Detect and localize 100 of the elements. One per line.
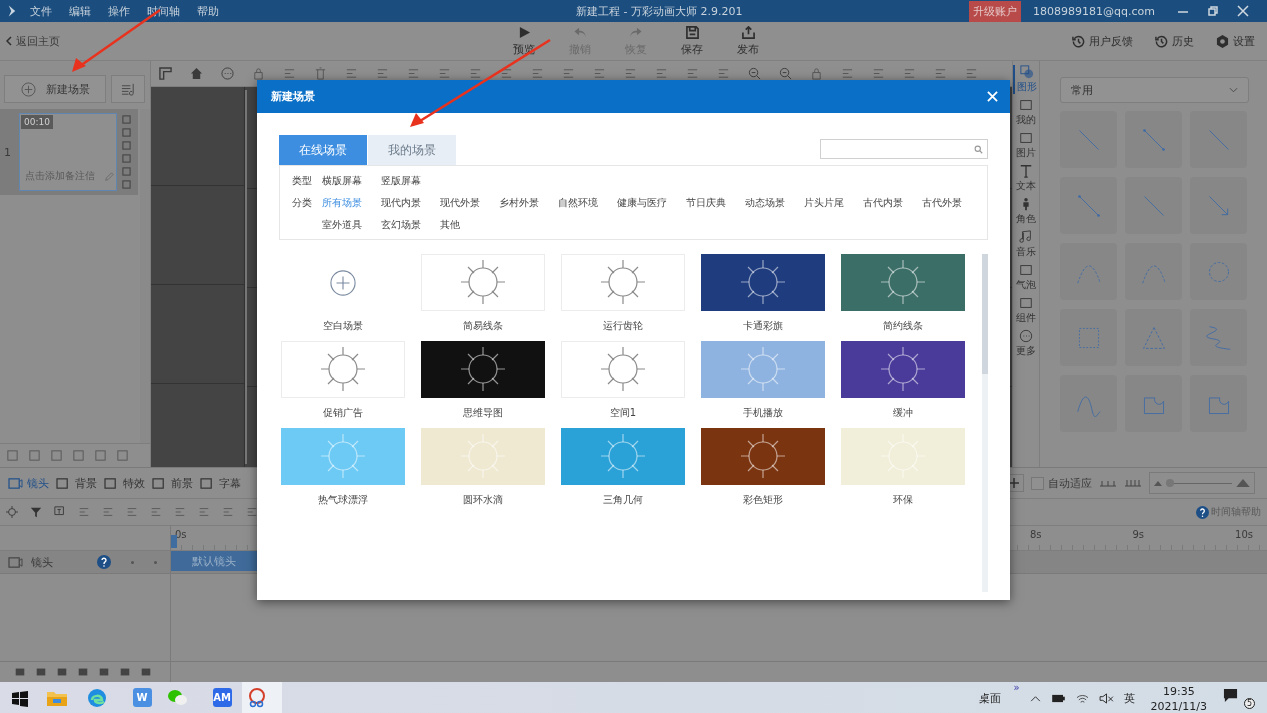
- wifi-icon[interactable]: [1075, 693, 1089, 704]
- scene-card[interactable]: 热气球漂浮: [281, 428, 405, 507]
- scene-card[interactable]: 空间1: [561, 341, 685, 420]
- timeline-tab[interactable]: 字幕: [200, 475, 241, 491]
- restore-icon[interactable]: [1207, 5, 1219, 17]
- pencil-icon[interactable]: [104, 172, 114, 182]
- zoomin-icon[interactable]: [748, 67, 761, 80]
- help-icon[interactable]: [97, 555, 111, 569]
- shape-tile[interactable]: [1190, 177, 1247, 234]
- filter-option[interactable]: 现代内景: [381, 194, 421, 211]
- scene-card[interactable]: 环保: [841, 428, 965, 507]
- toolbar-button[interactable]: 保存: [669, 25, 715, 57]
- timeline-tab[interactable]: 前景: [152, 475, 193, 491]
- app-badge[interactable]: W: [122, 682, 162, 713]
- filter-option[interactable]: 片头片尾: [804, 194, 844, 211]
- scene-tool-icon[interactable]: [72, 449, 85, 462]
- spacing-icon[interactable]: [1099, 478, 1117, 488]
- side-tab[interactable]: 文本: [1013, 164, 1039, 193]
- new-scene-button[interactable]: 新建场景: [4, 75, 106, 103]
- menu-item[interactable]: 操作: [108, 3, 130, 19]
- chevron-up-icon[interactable]: [1029, 695, 1041, 702]
- clock-date[interactable]: 2021/11/3: [1150, 698, 1207, 713]
- shape-tile[interactable]: [1125, 177, 1182, 234]
- auto-fit-checkbox[interactable]: 自动适应: [1031, 475, 1092, 491]
- scene-tool-icon[interactable]: [94, 449, 107, 462]
- home-icon[interactable]: [190, 67, 203, 80]
- back-link[interactable]: 返回主页: [6, 33, 386, 49]
- scene-card[interactable]: 促销广告: [281, 341, 405, 420]
- timeline-tab[interactable]: 背景: [56, 475, 97, 491]
- filter-option[interactable]: 竖版屏幕: [381, 172, 421, 189]
- filter-option[interactable]: 横版屏幕: [322, 172, 362, 189]
- scene-card[interactable]: 彩色矩形: [701, 428, 825, 507]
- scene-card[interactable]: 三角几何: [561, 428, 685, 507]
- playhead-marker[interactable]: [171, 535, 177, 548]
- filter-option[interactable]: 现代外景: [440, 194, 480, 211]
- scene-card[interactable]: 运行齿轮: [561, 254, 685, 333]
- filter-option[interactable]: 自然环境: [558, 194, 598, 211]
- filter-option[interactable]: 所有场景: [322, 194, 362, 211]
- shape-tile[interactable]: [1060, 111, 1117, 168]
- side-tab[interactable]: 图片: [1013, 131, 1039, 160]
- app-badge[interactable]: AM: [202, 682, 242, 713]
- target-icon[interactable]: [6, 506, 18, 518]
- side-tab[interactable]: 音乐: [1013, 230, 1039, 259]
- shape-tile[interactable]: [1190, 309, 1247, 366]
- close-icon[interactable]: [1237, 5, 1249, 17]
- scrollbar[interactable]: [140, 109, 150, 443]
- filter-icon[interactable]: [30, 506, 42, 518]
- scene-card[interactable]: 缓冲: [841, 341, 965, 420]
- shape-tile[interactable]: [1060, 177, 1117, 234]
- scene-card[interactable]: 简约线条: [841, 254, 965, 333]
- side-tab[interactable]: 更多: [1013, 329, 1039, 358]
- zoom-slider[interactable]: [1149, 472, 1255, 494]
- toolbar-link[interactable]: 用户反馈: [1072, 33, 1133, 49]
- desktop-label[interactable]: 桌面: [979, 691, 1002, 706]
- toolbar-link[interactable]: 设置: [1216, 33, 1255, 49]
- frame-icon[interactable]: [159, 67, 172, 80]
- toolbar-button[interactable]: 预览: [501, 25, 547, 57]
- input-method-indicator[interactable]: 英: [1123, 691, 1135, 706]
- filter-option[interactable]: 玄幻场景: [381, 216, 421, 233]
- scene-tool-icon[interactable]: [116, 449, 129, 462]
- spacing-icon[interactable]: [1124, 478, 1142, 488]
- menu-item[interactable]: 编辑: [69, 3, 91, 19]
- shape-tile[interactable]: [1190, 111, 1247, 168]
- scene-card[interactable]: 圆环水滴: [421, 428, 545, 507]
- filter-option[interactable]: 其他: [440, 216, 460, 233]
- align-icon[interactable]: [246, 506, 258, 518]
- timeline-tab[interactable]: 特效: [104, 475, 145, 491]
- scene-tool-icon[interactable]: [50, 449, 63, 462]
- menu-item[interactable]: 帮助: [197, 3, 219, 19]
- search-field[interactable]: [820, 139, 988, 159]
- more-icon[interactable]: [221, 67, 234, 80]
- scrollbar-thumb[interactable]: [982, 254, 988, 374]
- side-tab[interactable]: 气泡: [1013, 263, 1039, 292]
- dialog-tab[interactable]: 我的场景: [368, 135, 456, 165]
- clock-time[interactable]: 19:35: [1162, 683, 1195, 699]
- shape-tile[interactable]: [1060, 375, 1117, 432]
- text-icon[interactable]: [54, 506, 66, 518]
- filter-option[interactable]: 古代内景: [863, 194, 903, 211]
- zoomout-icon[interactable]: [779, 67, 792, 80]
- side-tab[interactable]: 角色: [1013, 197, 1039, 226]
- slider-thumb[interactable]: [1165, 478, 1174, 487]
- side-tab[interactable]: 我的: [1013, 98, 1039, 127]
- windows-logo-icon[interactable]: [12, 690, 28, 707]
- battery-icon[interactable]: [1050, 694, 1066, 703]
- toolbar-link[interactable]: 历史: [1155, 33, 1194, 49]
- scene-card[interactable]: 卡通彩旗: [701, 254, 825, 333]
- muted-speaker-icon[interactable]: [1098, 693, 1114, 704]
- filter-option[interactable]: 健康与医疗: [617, 194, 667, 211]
- menu-item[interactable]: 文件: [30, 3, 52, 19]
- filter-option[interactable]: 动态场景: [745, 194, 785, 211]
- shape-tile[interactable]: [1060, 309, 1117, 366]
- shape-tile[interactable]: [1125, 111, 1182, 168]
- scissors-icon[interactable]: [242, 682, 282, 713]
- toolbar-button[interactable]: 发布: [725, 25, 771, 57]
- shape-tile[interactable]: [1125, 243, 1182, 300]
- category-dropdown[interactable]: 常用: [1060, 77, 1249, 103]
- notification-button[interactable]: 5: [1223, 688, 1255, 709]
- shape-tile[interactable]: [1190, 375, 1247, 432]
- filter-option[interactable]: 节日庆典: [686, 194, 726, 211]
- music-list-button[interactable]: [111, 75, 145, 103]
